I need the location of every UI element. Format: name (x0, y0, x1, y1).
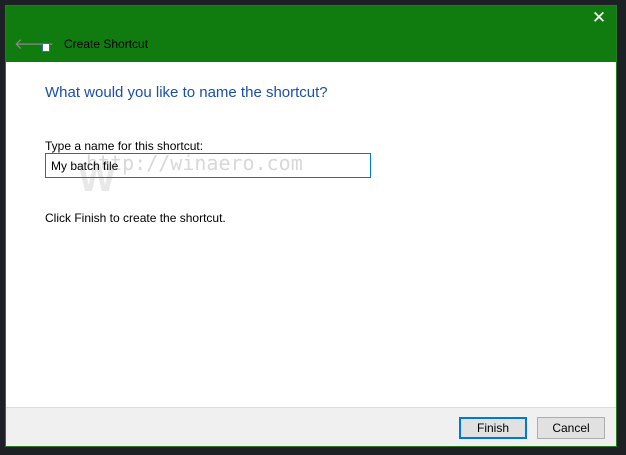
dialog-title: Create Shortcut (64, 37, 149, 51)
create-shortcut-dialog: ✕ 🡐 Create Shortcut What would you like … (5, 5, 617, 447)
footer: Finish Cancel (6, 407, 616, 446)
info-text: Click Finish to create the shortcut. (45, 211, 226, 225)
cancel-button[interactable]: Cancel (537, 417, 605, 439)
title-bar: ✕ 🡐 Create Shortcut (6, 6, 616, 62)
close-icon[interactable]: ✕ (588, 8, 610, 28)
shortcut-icon (42, 43, 50, 52)
shortcut-name-input[interactable] (45, 153, 371, 178)
finish-button[interactable]: Finish (459, 417, 527, 439)
page-heading: What would you like to name the shortcut… (45, 84, 328, 101)
name-label: Type a name for this shortcut: (45, 139, 204, 153)
